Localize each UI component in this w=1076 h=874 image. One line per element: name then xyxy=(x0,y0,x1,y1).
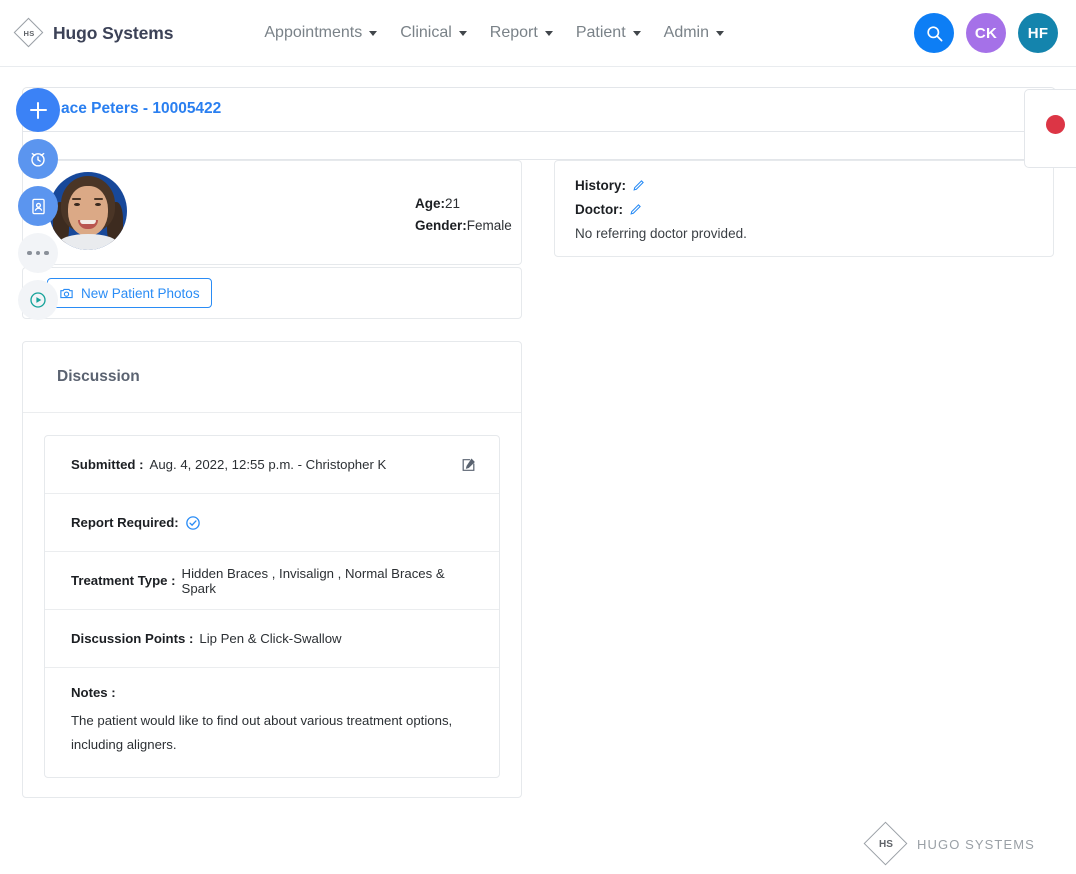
nav-item-patient[interactable]: Patient xyxy=(567,18,650,48)
pencil-icon[interactable] xyxy=(632,179,645,192)
discussion-card: Discussion Submitted : Aug. 4, 2022, 12:… xyxy=(22,341,522,798)
nav-label: Report xyxy=(490,24,538,42)
discussion-row-submitted: Submitted : Aug. 4, 2022, 12:55 p.m. - C… xyxy=(45,436,499,494)
footer-branding: HS HUGO SYSTEMS xyxy=(866,824,1035,864)
plus-icon xyxy=(30,102,47,119)
chevron-down-icon xyxy=(369,31,377,36)
brand-logo[interactable]: HS Hugo Systems xyxy=(14,18,173,48)
top-navbar: HS Hugo Systems Appointments Clinical Re… xyxy=(0,0,1076,67)
avatar-initials: CK xyxy=(975,25,997,42)
nav-label: Patient xyxy=(576,24,626,42)
button-label: New Patient Photos xyxy=(81,286,200,301)
patient-photos-card: New Patient Photos xyxy=(22,267,522,319)
discussion-row-treatment-type: Treatment Type : Hidden Braces , Invisal… xyxy=(45,552,499,610)
record-dot-icon[interactable] xyxy=(1046,115,1065,134)
discussion-row-discussion-points: Discussion Points : Lip Pen & Click-Swal… xyxy=(45,610,499,668)
footer-mark-text: HS xyxy=(866,824,906,864)
pencil-icon[interactable] xyxy=(629,203,642,216)
notes-label: Notes : xyxy=(71,685,473,700)
history-row: History: xyxy=(575,178,645,193)
page-title[interactable]: ace Peters - 10005422 xyxy=(61,100,221,118)
more-options-button[interactable] xyxy=(18,233,58,273)
nav-item-report[interactable]: Report xyxy=(481,18,562,48)
patient-demographics: Age:21 Gender:Female xyxy=(415,193,512,237)
nav-item-clinical[interactable]: Clinical xyxy=(391,18,476,48)
history-label: History: xyxy=(575,178,626,193)
play-button[interactable] xyxy=(18,280,58,320)
treatment-type-value: Hidden Braces , Invisalign , Normal Brac… xyxy=(182,566,473,596)
search-icon xyxy=(925,24,944,43)
referring-doctor-note: No referring doctor provided. xyxy=(575,226,747,241)
patient-gender-row: Gender:Female xyxy=(415,215,512,237)
edit-square-icon[interactable] xyxy=(460,456,477,473)
gender-label: Gender: xyxy=(415,218,467,233)
footer-text: HUGO SYSTEMS xyxy=(917,837,1035,852)
discussion-heading: Discussion xyxy=(23,342,521,413)
hugo-diamond-icon: HS xyxy=(14,18,44,48)
gender-value: Female xyxy=(467,218,512,233)
new-patient-photos-button[interactable]: New Patient Photos xyxy=(47,278,212,308)
age-value: 21 xyxy=(445,196,460,211)
main-nav: Appointments Clinical Report Patient Adm… xyxy=(255,18,733,48)
alarm-clock-icon xyxy=(28,149,48,169)
discussion-points-value: Lip Pen & Click-Swallow xyxy=(199,631,341,646)
id-card-icon xyxy=(29,197,48,216)
nav-label: Clinical xyxy=(400,24,452,42)
chevron-down-icon xyxy=(459,31,467,36)
nav-item-appointments[interactable]: Appointments xyxy=(255,18,386,48)
patient-card-button[interactable] xyxy=(18,186,58,226)
app-root: HS Hugo Systems Appointments Clinical Re… xyxy=(0,0,1076,874)
discussion-row-notes: Notes : The patient would like to find o… xyxy=(45,668,499,777)
discussion-points-label: Discussion Points : xyxy=(71,631,193,646)
patient-title-bar: ace Peters - 10005422 xyxy=(22,87,1056,132)
search-button[interactable] xyxy=(914,13,954,53)
avatar-initials: HF xyxy=(1028,25,1049,42)
doctor-row: Doctor: xyxy=(575,202,642,217)
avatar-ck[interactable]: CK xyxy=(966,13,1006,53)
history-doctor-card: History: Doctor: No referring doctor pro… xyxy=(554,160,1054,257)
nav-label: Admin xyxy=(664,24,709,42)
avatar-hf[interactable]: HF xyxy=(1018,13,1058,53)
submitted-label: Submitted : xyxy=(71,457,144,472)
patient-subbar xyxy=(22,132,1056,160)
chevron-down-icon xyxy=(545,31,553,36)
discussion-row-report-required: Report Required: xyxy=(45,494,499,552)
age-label: Age: xyxy=(415,196,445,211)
hugo-diamond-icon: HS xyxy=(866,824,906,864)
treatment-type-label: Treatment Type : xyxy=(71,573,176,588)
check-circle-icon[interactable] xyxy=(185,515,201,531)
floating-action-stack xyxy=(16,88,62,327)
report-required-label: Report Required: xyxy=(71,515,179,530)
add-button[interactable] xyxy=(16,88,60,132)
chevron-down-icon xyxy=(716,31,724,36)
chevron-down-icon xyxy=(633,31,641,36)
brand-name: Hugo Systems xyxy=(53,23,173,44)
play-circle-icon xyxy=(28,290,48,310)
submitted-value: Aug. 4, 2022, 12:55 p.m. - Christopher K xyxy=(150,457,387,472)
nav-label: Appointments xyxy=(264,24,362,42)
ellipsis-icon xyxy=(27,251,49,256)
notes-body: The patient would like to find out about… xyxy=(71,709,456,757)
brand-mark-text: HS xyxy=(14,18,44,48)
navbar-actions: CK HF xyxy=(914,13,1058,53)
nav-item-admin[interactable]: Admin xyxy=(655,18,733,48)
patient-info-card: Age:21 Gender:Female xyxy=(22,160,522,265)
patient-age-row: Age:21 xyxy=(415,193,512,215)
discussion-list: Submitted : Aug. 4, 2022, 12:55 p.m. - C… xyxy=(44,435,500,778)
doctor-label: Doctor: xyxy=(575,202,623,217)
reminder-button[interactable] xyxy=(18,139,58,179)
recording-panel[interactable] xyxy=(1024,89,1076,168)
